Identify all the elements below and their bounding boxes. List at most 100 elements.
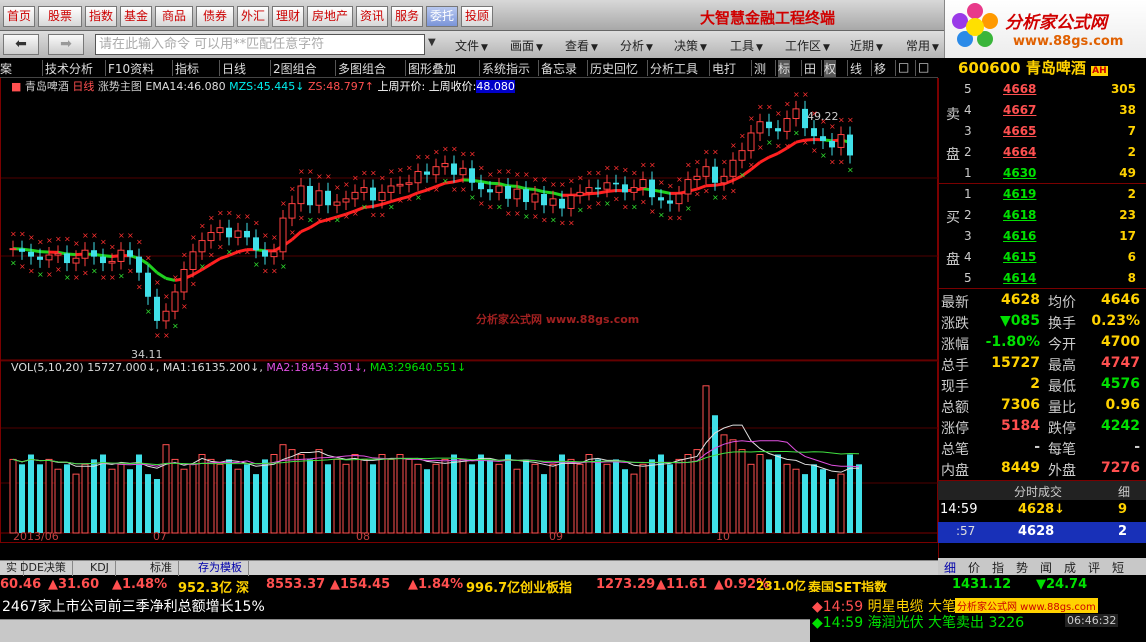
forward-button[interactable]: ➡ <box>48 34 84 55</box>
candle-body <box>531 193 539 203</box>
right-tab[interactable]: 成 <box>1064 559 1076 576</box>
chart-tool-12[interactable]: 电打 <box>712 60 736 77</box>
toolbar-button[interactable]: 指数 <box>85 6 117 27</box>
ema-line-segment <box>759 155 770 164</box>
volume-bar <box>45 458 53 534</box>
toolbar-button[interactable]: 首页 <box>3 6 35 27</box>
signal-marker: × <box>802 138 809 147</box>
menu-item[interactable]: 近期 ▼ <box>850 37 883 54</box>
chart-tool-7[interactable]: 图形叠加 <box>408 60 456 77</box>
menu-item[interactable]: 画面 ▼ <box>510 37 543 54</box>
volume-bar <box>81 463 89 534</box>
alert-item[interactable]: ◆14:59 海润光伏 大笔卖出 3226 <box>812 612 1024 632</box>
signal-marker: × <box>289 185 296 194</box>
chart-tool-16[interactable]: 权 <box>824 60 837 77</box>
candle-body <box>441 162 449 168</box>
menu-item[interactable]: 文件 ▼ <box>455 37 488 54</box>
candle-body <box>333 201 341 206</box>
command-input[interactable]: 请在此输入命令 可以用**匹配任意字符 <box>95 34 425 55</box>
volume-bar <box>513 468 521 534</box>
chart-tool-6[interactable]: 多图组合 <box>338 60 386 77</box>
right-tab[interactable]: 指 <box>992 559 1004 576</box>
right-tab[interactable]: 价 <box>968 559 980 576</box>
right-tab[interactable]: 闻 <box>1040 559 1052 576</box>
orderbook-row[interactable]: 4 4615 6 <box>958 247 1146 268</box>
signal-marker: × <box>820 151 827 160</box>
menu-item[interactable]: 常用 ▼ <box>906 37 939 54</box>
chart-tool-13[interactable]: 测 <box>754 60 766 77</box>
orderbook-row[interactable]: 3 4616 17 <box>958 226 1146 247</box>
news-ticker[interactable]: 2467家上市公司前三季净利总额增长15% <box>0 595 810 619</box>
orderbook-row[interactable]: 2 4618 23 <box>958 205 1146 226</box>
chart-tool-10[interactable]: 历史回忆 <box>590 60 638 77</box>
volume-bar <box>180 468 188 534</box>
toolbar-button[interactable]: 投顾 <box>461 6 493 27</box>
signal-marker: × <box>19 230 26 239</box>
chart-tool-4[interactable]: 日线 <box>222 60 246 77</box>
menu-item[interactable]: 工具 ▼ <box>730 37 763 54</box>
tick-detail-button[interactable]: 细 <box>1118 483 1130 500</box>
volume-bar <box>622 469 628 533</box>
chart-tool-9[interactable]: 备忘录 <box>541 60 577 77</box>
right-tab[interactable]: 短 <box>1112 559 1124 576</box>
signal-marker: × <box>451 185 458 194</box>
chart-tool-14[interactable]: 标 <box>778 60 791 77</box>
back-button[interactable]: ⬅ <box>3 34 39 55</box>
menu-item[interactable]: 工作区 ▼ <box>785 37 830 54</box>
kline-chart[interactable]: × × × × × × × × × × × × × × × × × × × × × × × × × × × × × × × × × × × × × × × ×… <box>0 78 939 543</box>
toolbar-button[interactable]: 理财 <box>272 6 304 27</box>
toolbar-button[interactable]: 商品 <box>155 6 193 27</box>
toolbar-button[interactable]: 债券 <box>196 6 234 27</box>
indicator-tab[interactable]: DDE决策 <box>14 561 73 576</box>
chart-tool-15[interactable]: 田 <box>804 60 816 77</box>
volume-bar <box>595 459 601 533</box>
menu-item[interactable]: 查看 ▼ <box>565 37 598 54</box>
chart-tool-0[interactable]: 案 <box>0 60 12 77</box>
right-tab[interactable]: 势 <box>1016 559 1028 576</box>
candle-body <box>829 141 835 148</box>
candle-body <box>127 250 133 257</box>
signal-marker: × <box>253 260 260 269</box>
chart-tool-5[interactable]: 2图组合 <box>273 60 317 77</box>
indicator-tab[interactable]: 标准 <box>144 561 179 576</box>
ema-line-segment <box>714 182 725 187</box>
orderbook-row[interactable]: 1 4630 49 <box>958 163 1146 184</box>
indicator-tab[interactable]: KDJ <box>84 561 116 576</box>
menu-item[interactable]: 决策 ▼ <box>674 37 707 54</box>
right-tab[interactable]: 评 <box>1088 559 1100 576</box>
menu-item[interactable]: 分析 ▼ <box>620 37 653 54</box>
candle-body <box>792 108 800 120</box>
orderbook-row[interactable]: 5 4614 8 <box>958 268 1146 289</box>
toolbar-button[interactable]: 股票 <box>38 6 82 27</box>
toolbar-button[interactable]: 基金 <box>120 6 152 27</box>
orderbook-row[interactable]: 1 4619 2 <box>958 184 1146 205</box>
chart-tool-11[interactable]: 分析工具 <box>650 60 698 77</box>
candle-body <box>567 195 575 209</box>
toolbar-button[interactable]: 资讯 <box>356 6 388 27</box>
orderbook-row[interactable]: 5 4668 305 <box>958 79 1146 100</box>
chart-tool-18[interactable]: 移 <box>874 60 886 77</box>
command-dropdown-icon[interactable]: ▼ <box>428 37 436 48</box>
signal-marker: × <box>640 198 647 207</box>
orderbook-row[interactable]: 4 4667 38 <box>958 100 1146 121</box>
chart-tool-3[interactable]: 指标 <box>175 60 199 77</box>
indicator-tab[interactable]: 存为模板 <box>192 561 249 576</box>
signal-marker: × <box>622 202 629 211</box>
orderbook-row[interactable]: 3 4665 7 <box>958 121 1146 142</box>
toolbar-button[interactable]: 房地产 <box>307 6 353 27</box>
chart-tool-17[interactable]: 线 <box>850 60 862 77</box>
candle-body <box>9 248 17 251</box>
toolbar-button[interactable]: 外汇 <box>237 6 269 27</box>
chart-tool-19[interactable]: □ <box>898 60 909 74</box>
signal-marker: × <box>460 149 467 158</box>
chart-tool-8[interactable]: 系统指示 <box>482 60 530 77</box>
volume-bar <box>315 449 323 534</box>
chart-tool-1[interactable]: 技术分析 <box>45 60 93 77</box>
vol-ma2: 18454.301 <box>294 361 354 374</box>
chart-tool-20[interactable]: □ <box>918 60 929 74</box>
right-tab[interactable]: 细 <box>944 559 956 576</box>
orderbook-row[interactable]: 2 4664 2 <box>958 142 1146 163</box>
toolbar-button[interactable]: 服务 <box>391 6 423 27</box>
toolbar-button[interactable]: 委托 <box>426 6 458 27</box>
chart-tool-2[interactable]: F10资料 <box>108 60 154 77</box>
